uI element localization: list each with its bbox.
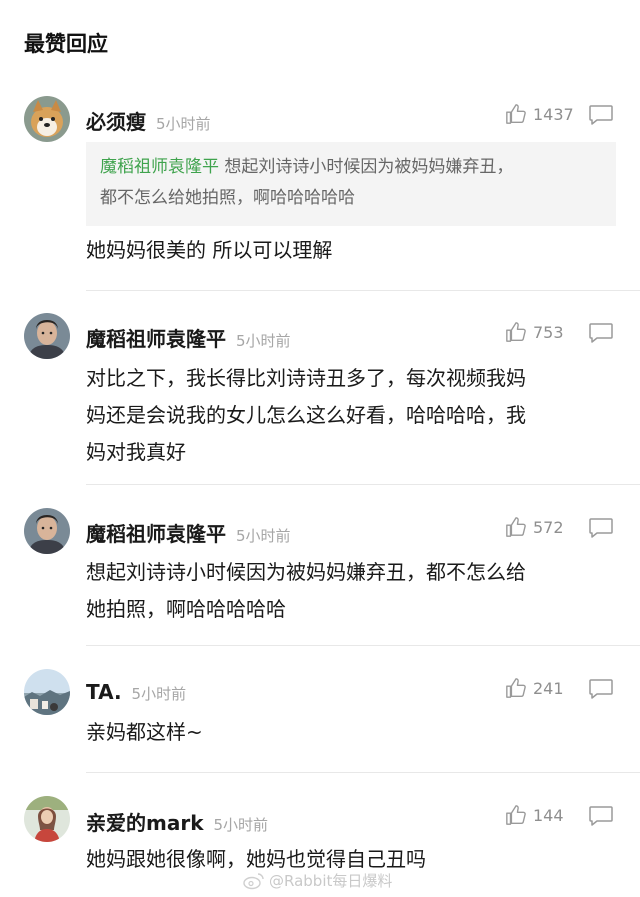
comment-author[interactable]: 魔稻祖师袁隆平 5小时前 — [86, 323, 291, 352]
comment-author[interactable]: 亲爱的mark 5小时前 — [86, 807, 268, 836]
comment-time: 5小时前 — [156, 115, 211, 133]
divider — [86, 772, 640, 773]
quote-text: 想起刘诗诗小时候因为被妈妈嫌弃丑， — [224, 157, 514, 177]
comment-text: 对比之下，我长得比刘诗诗丑多了，每次视频我妈 妈还是会说我的女儿怎么这么好看，哈… — [86, 360, 606, 471]
comment-icon — [589, 323, 613, 343]
avatar[interactable] — [24, 508, 70, 554]
author-name[interactable]: 魔稻祖师袁隆平 — [86, 327, 226, 351]
author-name[interactable]: TA. — [86, 680, 122, 704]
comment-icon — [589, 806, 613, 826]
comment-text-line: 对比之下，我长得比刘诗诗丑多了，每次视频我妈 — [86, 366, 526, 390]
quote-text-continued: 都不怎么给她拍照，啊哈哈哈哈哈 — [100, 188, 355, 208]
watermark-text: @Rabbit每日爆料 — [269, 872, 393, 890]
author-name[interactable]: 魔稻祖师袁隆平 — [86, 522, 226, 546]
landscape-avatar — [24, 669, 70, 715]
thumbs-up-icon — [506, 678, 526, 698]
reply-button[interactable] — [588, 104, 614, 130]
like-button[interactable]: 753 — [505, 321, 564, 343]
thumbs-up-icon — [506, 517, 526, 537]
comment-icon — [589, 518, 613, 538]
like-count: 572 — [533, 517, 564, 537]
comment-text-line: 妈还是会说我的女儿怎么这么好看，哈哈哈哈，我 — [86, 403, 526, 427]
thumbs-up-icon — [506, 322, 526, 342]
comment-time: 5小时前 — [236, 332, 291, 350]
like-button[interactable]: 572 — [505, 516, 564, 538]
comment-icon — [589, 679, 613, 699]
comment-author[interactable]: TA. 5小时前 — [86, 680, 186, 704]
section-title: 最赞回应 — [24, 32, 108, 56]
man-portrait-avatar — [24, 508, 70, 554]
comment-author[interactable]: 魔稻祖师袁隆平 5小时前 — [86, 518, 291, 547]
author-name[interactable]: 亲爱的mark — [86, 811, 204, 835]
like-button[interactable]: 1437 — [505, 103, 574, 125]
comment-author[interactable]: 必须瘦 5小时前 — [86, 106, 211, 135]
comment-text-line: 她拍照，啊哈哈哈哈哈 — [86, 597, 286, 621]
reply-button[interactable] — [588, 678, 614, 704]
shiba-dog-avatar — [24, 96, 70, 142]
like-count: 1437 — [533, 104, 574, 124]
author-name[interactable]: 必须瘦 — [86, 110, 146, 134]
like-count: 144 — [533, 805, 564, 825]
like-button[interactable]: 144 — [505, 804, 564, 826]
avatar[interactable] — [24, 96, 70, 142]
quote-author[interactable]: 魔稻祖师袁隆平 — [100, 157, 219, 177]
divider — [86, 645, 640, 646]
reply-button[interactable] — [588, 805, 614, 831]
girl-avatar — [24, 796, 70, 842]
comment-text-line: 妈对我真好 — [86, 440, 186, 464]
quote-line: 魔稻祖师袁隆平 想起刘诗诗小时候因为被妈妈嫌弃丑， — [100, 152, 602, 183]
like-count: 753 — [533, 322, 564, 342]
like-count: 241 — [533, 678, 564, 698]
quoted-comment[interactable]: 魔稻祖师袁隆平 想起刘诗诗小时候因为被妈妈嫌弃丑， 都不怎么给她拍照，啊哈哈哈哈… — [86, 142, 616, 226]
like-button[interactable]: 241 — [505, 677, 564, 699]
weibo-icon — [243, 872, 264, 889]
divider — [86, 290, 640, 291]
comment-text: 想起刘诗诗小时候因为被妈妈嫌弃丑，都不怎么给 她拍照，啊哈哈哈哈哈 — [86, 554, 606, 628]
comments-page: 最赞回应 必须瘦 5小时前 1437 魔稻祖师袁隆平 想起刘诗诗小时候因为被妈妈… — [0, 0, 640, 897]
comment-time: 5小时前 — [236, 527, 291, 545]
man-portrait-avatar — [24, 313, 70, 359]
comment-time: 5小时前 — [131, 685, 187, 703]
reply-button[interactable] — [588, 322, 614, 348]
avatar[interactable] — [24, 313, 70, 359]
divider — [86, 484, 640, 485]
thumbs-up-icon — [506, 104, 526, 124]
comment-text-line: 想起刘诗诗小时候因为被妈妈嫌弃丑，都不怎么给 — [86, 560, 526, 584]
watermark: @Rabbit每日爆料 — [243, 870, 392, 891]
comment-icon — [589, 105, 613, 125]
reply-button[interactable] — [588, 517, 614, 543]
comment-text: 亲妈都这样~ — [86, 720, 203, 744]
avatar[interactable] — [24, 669, 70, 715]
comment-text: 她妈妈很美的 所以可以理解 — [86, 238, 333, 262]
comment-time: 5小时前 — [213, 816, 269, 834]
avatar[interactable] — [24, 796, 70, 842]
thumbs-up-icon — [506, 805, 526, 825]
